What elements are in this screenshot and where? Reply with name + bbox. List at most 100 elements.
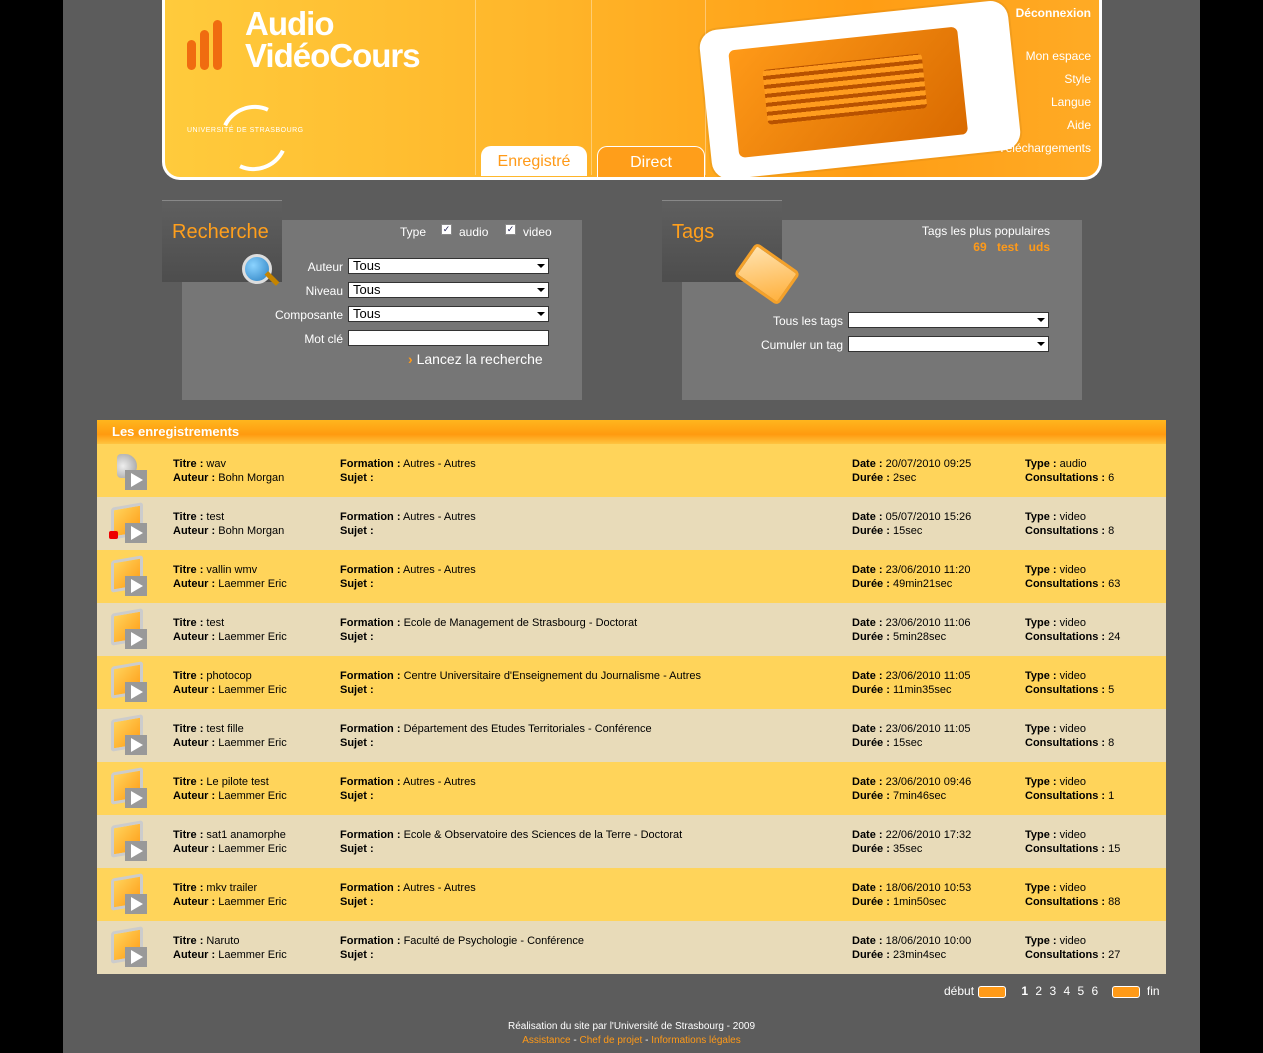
assistance-link[interactable]: Assistance [522, 1035, 570, 1046]
recording-author: Auteur : Laemmer Eric [173, 843, 287, 855]
recording-row[interactable]: Titre : test Auteur : Laemmer Eric Formati… [97, 603, 1166, 656]
recording-row[interactable]: Titre : wav Auteur : Bohn Morgan Formation… [97, 444, 1166, 497]
recording-row[interactable]: Titre : vallin wmv Auteur : Laemmer Eric F… [97, 550, 1166, 603]
video-icon[interactable] [105, 926, 149, 971]
recording-subject: Sujet : [340, 896, 374, 908]
nav-link-downloads[interactable]: Téléchargements [998, 141, 1091, 155]
video-icon[interactable] [105, 661, 149, 706]
logout-link[interactable]: Déconnexion [998, 6, 1091, 20]
amphitheater-illustration [698, 0, 1022, 177]
recording-views: Consultations : 15 [1025, 843, 1121, 855]
recording-subject: Sujet : [340, 578, 374, 590]
recording-views: Consultations : 27 [1025, 949, 1121, 961]
project-lead-link[interactable]: Chef de projet [580, 1035, 643, 1046]
page-link[interactable]: 5 [1078, 984, 1085, 998]
recording-subject: Sujet : [340, 631, 374, 643]
footer-links: Assistance - Chef de projet - Informatio… [63, 1035, 1200, 1046]
video-icon[interactable] [105, 820, 149, 865]
popular-tag[interactable]: test [997, 240, 1018, 254]
recording-date: Date : 18/06/2010 10:00 [852, 935, 972, 947]
first-page-arrow-icon[interactable] [978, 985, 1007, 998]
recording-date: Date : 05/07/2010 15:26 [852, 511, 972, 523]
recording-type: Type : video [1025, 882, 1086, 894]
recording-views: Consultations : 63 [1025, 578, 1121, 590]
recording-subject: Sujet : [340, 843, 374, 855]
recording-duration: Durée : 15sec [852, 525, 923, 537]
search-submit-label: Lancez la recherche [416, 351, 543, 367]
recording-title: Titre : photocop [173, 670, 252, 682]
video-icon[interactable] [105, 555, 149, 600]
recording-author: Auteur : Bohn Morgan [173, 472, 285, 484]
video-icon[interactable] [105, 714, 149, 759]
page-link-current[interactable]: 1 [1021, 984, 1028, 998]
component-select[interactable]: Tous [348, 306, 549, 322]
recording-row[interactable]: Titre : Le pilote test Auteur : Laemmer E… [97, 762, 1166, 815]
recording-title: Titre : Le pilote test [173, 776, 269, 788]
recording-row[interactable]: Titre : sat1 anamorphe Auteur : Laemmer E… [97, 815, 1166, 868]
legal-info-link[interactable]: Informations légales [651, 1035, 741, 1046]
audio-label: audio [459, 225, 489, 239]
recording-title: Titre : Naruto [173, 935, 240, 947]
header-divider [591, 0, 592, 175]
page-link[interactable]: 3 [1049, 984, 1056, 998]
tab-live[interactable]: Direct [597, 146, 705, 177]
search-submit-link[interactable]: › Lancez la recherche [408, 351, 543, 367]
keyword-label: Mot clé [304, 332, 343, 346]
page-link[interactable]: 2 [1035, 984, 1042, 998]
popular-tags: Tags les plus populaires 69 test uds [880, 224, 1050, 254]
cumulate-tag-label: Cumuler un tag [760, 338, 843, 352]
recording-subject: Sujet : [340, 472, 374, 484]
cumulate-tag-select[interactable] [848, 336, 1049, 352]
nav-link-style[interactable]: Style [998, 72, 1091, 86]
recording-date: Date : 23/06/2010 11:05 [852, 723, 971, 735]
recording-row[interactable]: Titre : test Auteur : Bohn Morgan Formatio… [97, 497, 1166, 550]
popular-tag[interactable]: uds [1029, 240, 1050, 254]
recording-formation: Formation : Autres - Autres [340, 882, 476, 894]
last-page-arrow-icon[interactable] [1111, 985, 1140, 998]
video-icon[interactable] [105, 873, 149, 918]
keyword-input[interactable] [348, 330, 549, 346]
recording-views: Consultations : 6 [1025, 472, 1115, 484]
recording-row[interactable]: Titre : Naruto Auteur : Laemmer Eric Forma… [97, 921, 1166, 974]
audio-checkbox[interactable]: ✓ [441, 224, 452, 235]
recording-date: Date : 18/06/2010 10:53 [852, 882, 972, 894]
recordings-header: Les enregistrements [97, 420, 1166, 444]
chevron-right-icon: › [408, 351, 413, 367]
nav-link-help[interactable]: Aide [998, 118, 1091, 132]
author-label: Auteur [307, 260, 343, 274]
all-tags-select[interactable] [848, 312, 1049, 328]
last-page-link[interactable]: fin [1147, 984, 1160, 998]
nav-link-my-space[interactable]: Mon espace [998, 49, 1091, 63]
recording-duration: Durée : 23min4sec [852, 949, 947, 961]
recording-type: Type : video [1025, 617, 1086, 629]
first-page-link[interactable]: début [944, 984, 974, 998]
video-icon[interactable] [105, 608, 149, 653]
page-link[interactable]: 6 [1092, 984, 1099, 998]
author-select[interactable]: Tous [348, 258, 549, 274]
recording-views: Consultations : 8 [1025, 737, 1115, 749]
video-locked-icon[interactable] [105, 502, 149, 547]
component-label: Composante [274, 308, 343, 322]
recording-author: Auteur : Laemmer Eric [173, 631, 287, 643]
recording-row[interactable]: Titre : mkv trailer Auteur : Laemmer Eric… [97, 868, 1166, 921]
level-label: Niveau [305, 284, 343, 298]
recording-duration: Durée : 5min28sec [852, 631, 947, 643]
recording-type: Type : video [1025, 935, 1086, 947]
site-logo[interactable]: Audio VidéoCours [245, 7, 421, 72]
recording-formation: Formation : Département des Etudes Terri… [340, 723, 652, 735]
video-icon[interactable] [105, 767, 149, 812]
recording-title: Titre : vallin wmv [173, 564, 258, 576]
nav-link-language[interactable]: Langue [998, 95, 1091, 109]
speaker-icon[interactable] [105, 450, 149, 494]
level-select[interactable]: Tous [348, 282, 549, 298]
recording-row[interactable]: Titre : test fille Auteur : Laemmer Eric F… [97, 709, 1166, 762]
page-link[interactable]: 4 [1063, 984, 1070, 998]
tab-recorded[interactable]: Enregistré [481, 146, 587, 176]
recording-title: Titre : sat1 anamorphe [173, 829, 286, 841]
popular-tag[interactable]: 69 [973, 240, 986, 254]
video-checkbox[interactable]: ✓ [505, 224, 516, 235]
recording-row[interactable]: Titre : photocop Auteur : Laemmer Eric For… [97, 656, 1166, 709]
recording-views: Consultations : 24 [1025, 631, 1121, 643]
footer-credit: Réalisation du site par l'Université de … [507, 1021, 756, 1032]
recording-formation: Formation : Faculté de Psychologie - Con… [340, 935, 584, 947]
